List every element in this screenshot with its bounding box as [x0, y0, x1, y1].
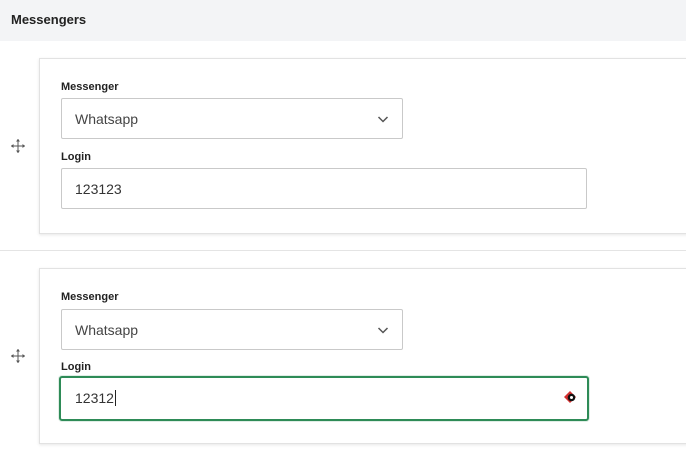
messenger-select[interactable]: Whatsapp — [61, 98, 403, 139]
login-input[interactable]: 12312 — [59, 376, 589, 421]
messenger-select-value: Whatsapp — [75, 322, 139, 338]
section-header: Messengers — [0, 0, 686, 41]
login-input-value: 12312 — [75, 390, 116, 406]
login-label: Login — [61, 151, 91, 163]
messenger-select[interactable]: Whatsapp — [61, 309, 403, 350]
chevron-down-icon — [377, 327, 389, 334]
section-title: Messengers — [11, 12, 87, 27]
messenger-label: Messenger — [61, 291, 119, 303]
chevron-down-icon — [377, 116, 389, 123]
messenger-label: Messenger — [61, 81, 119, 93]
text-caret — [114, 390, 116, 406]
login-input-value: 123123 — [75, 181, 122, 197]
login-label: Login — [61, 361, 91, 373]
drag-handle-icon[interactable] — [10, 138, 26, 154]
login-input[interactable]: 123123 — [61, 168, 587, 209]
entry-divider — [0, 250, 686, 251]
messenger-entry-card: Messenger Whatsapp Login 123123 — [39, 58, 686, 234]
messenger-select-value: Whatsapp — [75, 111, 139, 127]
password-manager-icon[interactable] — [562, 389, 578, 405]
drag-handle-icon[interactable] — [10, 348, 26, 364]
messenger-entry-card: Messenger Whatsapp Login 12312 — [39, 268, 686, 444]
login-input-text: 12312 — [75, 390, 114, 406]
